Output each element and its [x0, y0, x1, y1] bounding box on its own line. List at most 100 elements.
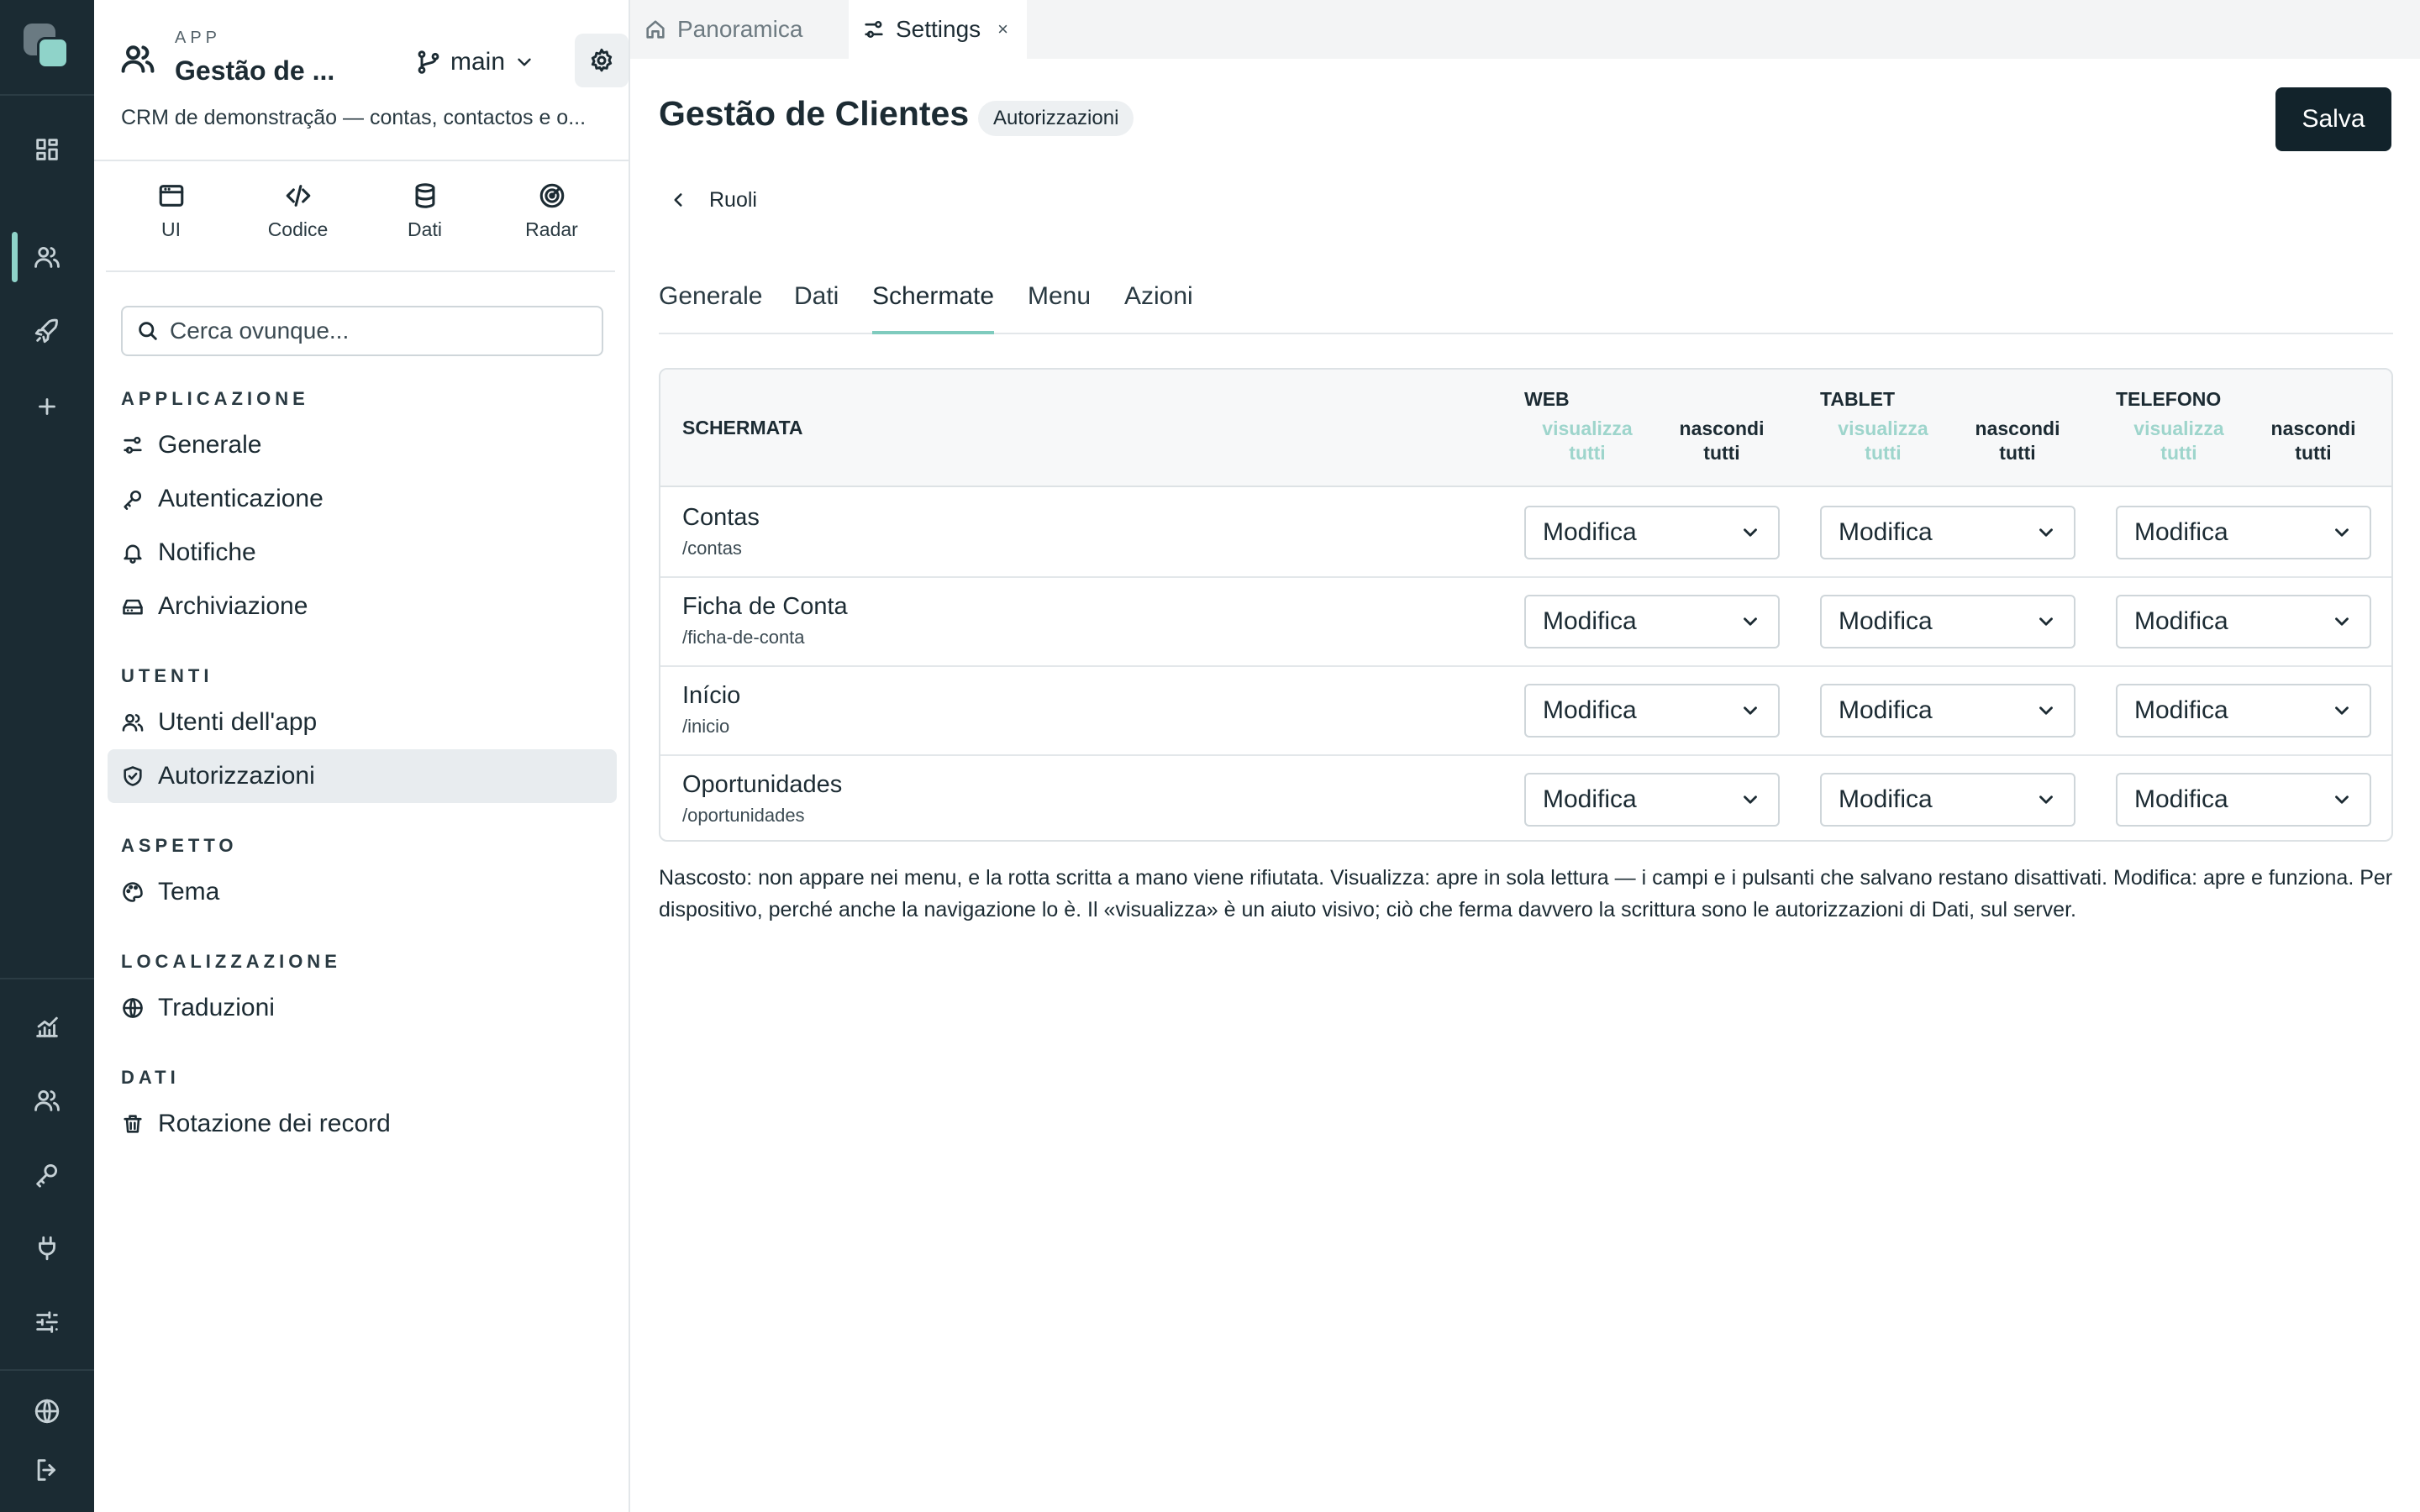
settings-sliders-icon[interactable] [27, 1302, 67, 1342]
web-access-select[interactable]: Modifica [1524, 595, 1780, 648]
help-note: Nascosto: non appare nei menu, e la rott… [659, 866, 2393, 921]
hide-all-tablet-button[interactable]: nascondi tutti [1954, 417, 2081, 465]
chevron-left-icon [667, 189, 689, 211]
tab-panoramica[interactable]: Panoramica [630, 0, 849, 59]
section-title-utenti: UTENTI [121, 665, 213, 686]
sidebar-item-autorizzazioni[interactable]: Autorizzazioni [108, 749, 617, 803]
tab-menu[interactable]: Menu [1028, 277, 1091, 334]
sidebar-item-label: Archiviazione [158, 592, 308, 620]
sidebar-item-label: Notifiche [158, 538, 256, 566]
chevron-down-icon [2035, 700, 2057, 722]
chevron-down-icon [2331, 611, 2353, 633]
web-access-select[interactable]: Modifica [1524, 773, 1780, 827]
app-settings-button[interactable] [575, 34, 629, 87]
mode-ui[interactable]: UI [108, 181, 234, 254]
tablet-access-select[interactable]: Modifica [1820, 773, 2075, 827]
sidebar-item-archiviazione[interactable]: Archiviazione [108, 580, 617, 633]
chevron-down-icon [2035, 522, 2057, 543]
mode-radar[interactable]: Radar [488, 181, 615, 254]
analytics-icon[interactable] [27, 1006, 67, 1047]
users-icon [121, 711, 145, 734]
sidebar-item-generale[interactable]: Generale [108, 418, 617, 472]
select-value: Modifica [1839, 696, 1933, 724]
table-row: Oportunidades /oportunidades Modifica Mo… [660, 756, 2391, 840]
rocket-icon[interactable] [27, 311, 67, 351]
chevron-down-icon [1739, 700, 1761, 722]
column-group-phone: TELEFONO visualizza tutti nascondi tutti [2116, 388, 2391, 480]
globe-icon[interactable] [27, 1391, 67, 1431]
table-header: SCHERMATA WEB visualizza tutti nascondi … [660, 370, 2391, 487]
users-icon[interactable] [27, 237, 67, 277]
search-box[interactable] [121, 306, 603, 356]
mode-data[interactable]: Dati [361, 181, 488, 254]
app-header: APP Gestão de ... main [119, 25, 629, 92]
tab-label: Settings [896, 16, 981, 42]
sidebar-item-rotazione[interactable]: Rotazione dei record [108, 1097, 617, 1151]
select-value: Modifica [1543, 607, 1637, 635]
sidebar-item-notifiche[interactable]: Notifiche [108, 526, 617, 580]
show-all-web-button[interactable]: visualizza tutti [1524, 417, 1650, 465]
search-input[interactable] [170, 318, 590, 344]
tab-dati[interactable]: Dati [794, 277, 839, 334]
phone-access-select[interactable]: Modifica [2116, 773, 2371, 827]
dashboard-icon[interactable] [27, 129, 67, 170]
window-tab-bar: Panoramica Settings × [630, 0, 2420, 59]
mode-code[interactable]: Codice [234, 181, 361, 254]
screen-name: Ficha de Conta [682, 593, 848, 620]
app-logo[interactable] [24, 24, 71, 71]
tablet-access-select[interactable]: Modifica [1820, 506, 2075, 559]
key-icon [121, 487, 145, 511]
sidebar-item-utenti[interactable]: Utenti dell'app [108, 696, 617, 749]
section-title-dati: DATI [121, 1067, 180, 1088]
tab-azioni[interactable]: Azioni [1124, 277, 1193, 334]
phone-access-select[interactable]: Modifica [2116, 595, 2371, 648]
show-all-phone-button[interactable]: visualizza tutti [2116, 417, 2242, 465]
chevron-down-icon [2331, 789, 2353, 811]
back-link[interactable]: Ruoli [667, 185, 757, 215]
branch-selector[interactable]: main [415, 44, 535, 81]
screen-name: Início [682, 682, 741, 709]
hide-all-phone-button[interactable]: nascondi tutti [2250, 417, 2376, 465]
close-icon[interactable]: × [997, 18, 1008, 40]
select-value: Modifica [2134, 696, 2228, 724]
tab-label: Panoramica [677, 16, 803, 42]
browser-window-icon [157, 181, 186, 210]
tablet-access-select[interactable]: Modifica [1820, 684, 2075, 738]
tab-schermate[interactable]: Schermate [872, 277, 995, 334]
section-title-aspetto: ASPETTO [121, 835, 238, 856]
key-icon[interactable] [27, 1154, 67, 1194]
sidebar-item-traduzioni[interactable]: Traduzioni [108, 981, 617, 1035]
web-access-select[interactable]: Modifica [1524, 506, 1780, 559]
tablet-access-select[interactable]: Modifica [1820, 595, 2075, 648]
web-access-select[interactable]: Modifica [1524, 684, 1780, 738]
show-all-tablet-button[interactable]: visualizza tutti [1820, 417, 1946, 465]
screen-route: /ficha-de-conta [682, 627, 805, 648]
logo-front-square [37, 37, 69, 69]
page-title: Gestão de Clientes [659, 94, 970, 133]
sidebar-item-label: Autenticazione [158, 485, 324, 512]
save-button[interactable]: Salva [2275, 87, 2391, 151]
mode-label: Codice [267, 218, 329, 240]
permission-tabs: Generale Dati Schermate Menu Azioni [659, 277, 2393, 334]
status-badge: Autorizzazioni [978, 101, 1134, 136]
tab-settings[interactable]: Settings × [849, 0, 1027, 59]
plus-icon[interactable] [27, 386, 67, 427]
users-icon [119, 40, 156, 77]
gear-icon [588, 47, 615, 74]
sidebar-item-tema[interactable]: Tema [108, 865, 617, 919]
logout-icon[interactable] [27, 1450, 67, 1490]
phone-access-select[interactable]: Modifica [2116, 684, 2371, 738]
hide-all-web-button[interactable]: nascondi tutti [1659, 417, 1785, 465]
chevron-down-icon [2331, 522, 2353, 543]
team-icon[interactable] [27, 1080, 67, 1121]
plug-icon[interactable] [27, 1228, 67, 1268]
mode-label: Radar [525, 218, 578, 240]
sliders-icon [862, 18, 886, 41]
sliders-icon [121, 433, 145, 457]
settings-sidebar: APP Gestão de ... main CRM de demonstraç… [94, 0, 630, 1512]
screen-route: /inicio [682, 716, 730, 737]
phone-access-select[interactable]: Modifica [2116, 506, 2371, 559]
sidebar-item-autenticazione[interactable]: Autenticazione [108, 472, 617, 526]
tab-generale[interactable]: Generale [659, 277, 762, 334]
column-group-tablet: TABLET visualizza tutti nascondi tutti [1820, 388, 2106, 480]
